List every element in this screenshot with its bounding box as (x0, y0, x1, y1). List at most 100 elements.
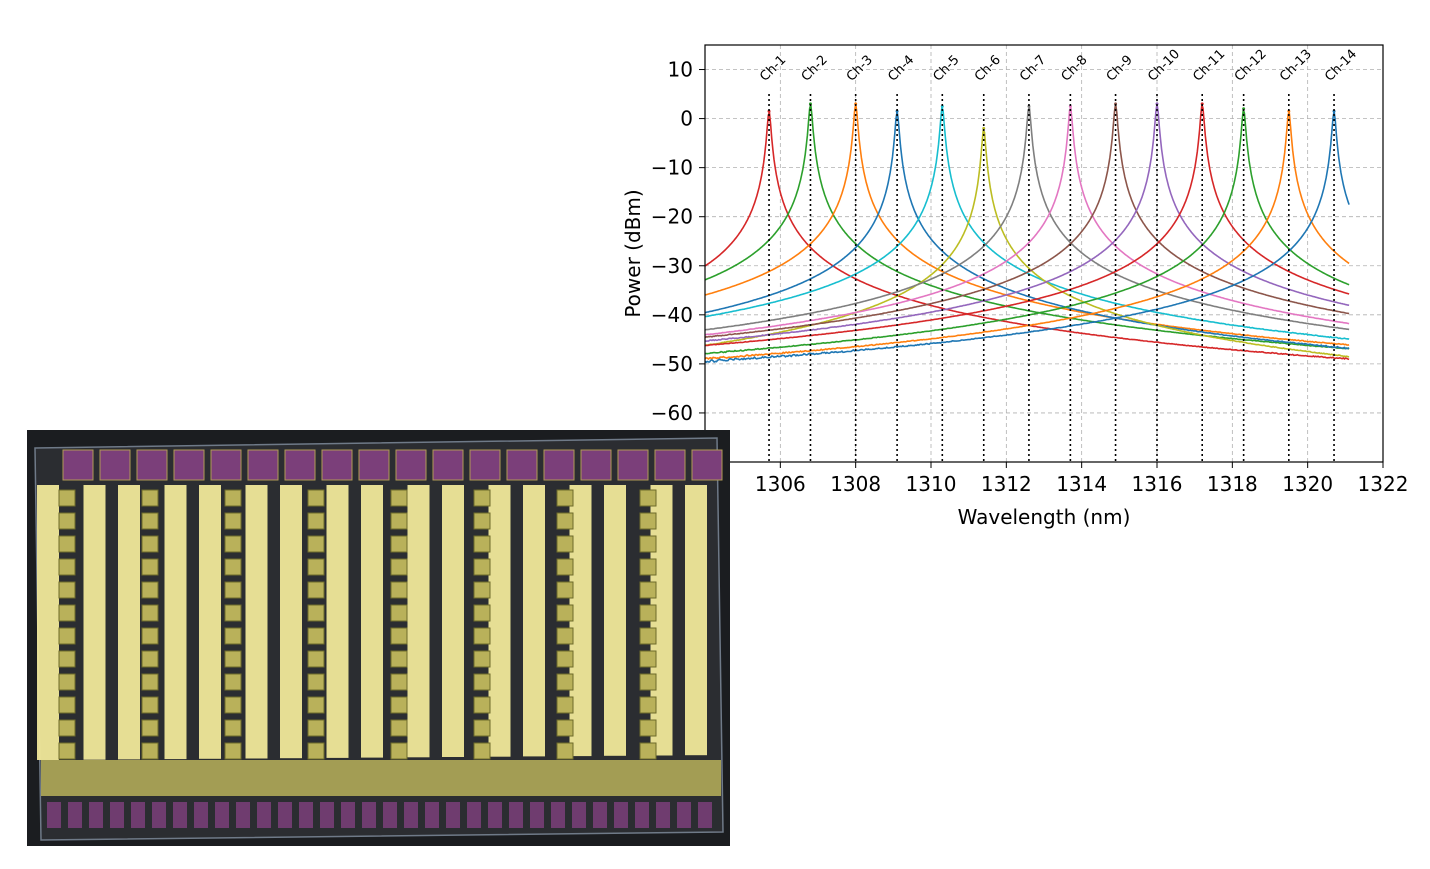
metal-strip (407, 485, 430, 758)
circuit-block (473, 742, 491, 760)
bond-pad (194, 802, 208, 828)
circuit-block (58, 673, 76, 691)
bond-pad (446, 802, 460, 828)
circuit-block (556, 581, 574, 599)
circuit-block (58, 558, 76, 576)
circuit-block (390, 650, 408, 668)
circuit-block (224, 627, 242, 645)
circuit-block (639, 742, 657, 760)
circuit-block (224, 696, 242, 714)
x-tick-label: 1310 (906, 472, 957, 496)
bond-pad (236, 802, 250, 828)
bond-pad (257, 802, 271, 828)
circuit-block (390, 627, 408, 645)
chip-micrograph-graphic (34, 437, 724, 841)
circuit-block (473, 512, 491, 530)
bond-pad (614, 802, 628, 828)
bond-pad (404, 802, 418, 828)
bond-pad (362, 802, 376, 828)
bond-pad (580, 449, 612, 481)
x-tick-label: 1316 (1132, 472, 1183, 496)
metal-strip (326, 485, 349, 758)
circuit-block (390, 696, 408, 714)
bond-pad (152, 802, 166, 828)
series-line-ch-9 (705, 103, 1350, 339)
y-tick-label: −20 (651, 205, 693, 229)
circuit-block (556, 719, 574, 737)
circuit-block (224, 535, 242, 553)
circuit-block (224, 742, 242, 760)
circuit-block (141, 535, 159, 553)
channel-label: Ch-13 (1277, 47, 1315, 85)
circuit-block (639, 512, 657, 530)
circuit-block (141, 742, 159, 760)
y-tick-label: 0 (680, 107, 693, 131)
circuit-block (556, 512, 574, 530)
channel-label: Ch-9 (1104, 53, 1136, 85)
bond-pad (173, 449, 205, 481)
circuit-block (58, 535, 76, 553)
metal-strip (118, 485, 140, 760)
circuit-block (473, 696, 491, 714)
plot-frame (704, 44, 1384, 463)
x-tick-label: 1320 (1282, 472, 1333, 496)
metal-strip (280, 485, 302, 759)
circuit-block (141, 627, 159, 645)
bond-pad (173, 802, 187, 828)
circuit-block (556, 696, 574, 714)
circuit-block (58, 604, 76, 622)
circuit-block (58, 512, 76, 530)
circuit-block (307, 627, 325, 645)
circuit-block (307, 512, 325, 530)
circuit-block (473, 581, 491, 599)
circuit-block (639, 489, 657, 507)
circuit-block (390, 535, 408, 553)
channel-label: Ch-14 (1322, 47, 1360, 85)
circuit-block (390, 489, 408, 507)
bond-pad (617, 449, 649, 481)
channel-label: Ch-3 (844, 53, 876, 85)
circuit-block (639, 696, 657, 714)
circuit-block (224, 650, 242, 668)
bond-pad (432, 449, 464, 481)
circuit-block (556, 489, 574, 507)
noise-layer (705, 103, 1350, 363)
circuit-block (473, 650, 491, 668)
circuit-block (556, 558, 574, 576)
circuit-block (639, 581, 657, 599)
circuit-block (556, 535, 574, 553)
bond-pad (136, 449, 168, 481)
circuit-block (556, 604, 574, 622)
metal-strip (442, 485, 464, 757)
circuit-block (58, 719, 76, 737)
chip-micrograph (27, 430, 730, 846)
circuit-block (307, 696, 325, 714)
y-tick-label: −40 (651, 303, 693, 327)
bond-pad (543, 449, 575, 481)
circuit-block (390, 742, 408, 760)
bond-pad (691, 449, 723, 481)
circuit-block (58, 696, 76, 714)
circuit-block (307, 535, 325, 553)
circuit-block (307, 489, 325, 507)
series-line-ch-3 (705, 103, 1350, 346)
circuit-block (141, 558, 159, 576)
circuit-block (224, 581, 242, 599)
circuit-block (307, 581, 325, 599)
circuit-block (58, 650, 76, 668)
circuit-block (141, 489, 159, 507)
metal-strip (164, 485, 187, 760)
metal-strip (685, 485, 707, 756)
bond-pad (299, 802, 313, 828)
circuit-block (556, 673, 574, 691)
metal-strip (361, 485, 383, 758)
channel-label: Ch-10 (1145, 47, 1183, 85)
y-tick-label: −50 (651, 352, 693, 376)
grid-layer (704, 45, 1384, 462)
bond-pad (284, 449, 316, 481)
series-line-ch-12 (705, 108, 1350, 355)
bond-pad (215, 802, 229, 828)
x-tick-label: 1318 (1207, 472, 1258, 496)
metal-strip (523, 485, 545, 757)
circuit-block (473, 535, 491, 553)
